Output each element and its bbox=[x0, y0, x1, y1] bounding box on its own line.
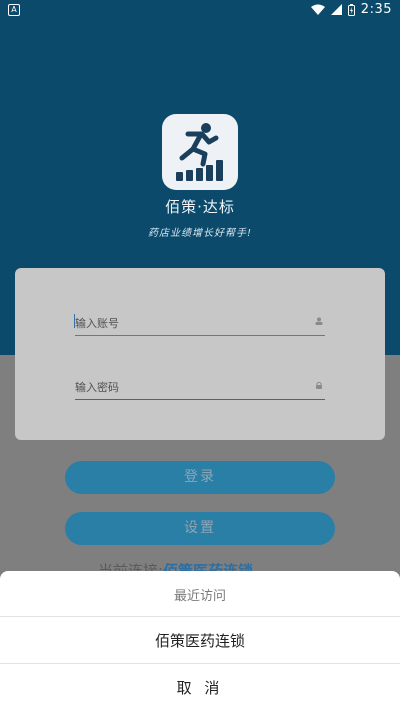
account-input[interactable]: 输入账号 bbox=[74, 311, 325, 336]
notification-icon: A bbox=[8, 4, 20, 16]
login-card: 输入账号 输入密码 bbox=[15, 268, 385, 440]
sheet-title: 最近访问 bbox=[173, 589, 226, 604]
battery-icon bbox=[347, 3, 355, 16]
app-name: 佰策·达标 bbox=[165, 198, 235, 216]
recent-item[interactable]: 佰策医药连锁 bbox=[0, 630, 400, 651]
status-bar: A 2:35 bbox=[0, 0, 400, 22]
runner-chart-icon bbox=[176, 123, 223, 181]
password-input[interactable]: 输入密码 bbox=[75, 375, 325, 400]
app-slogan: 药店业绩增长好帮手! bbox=[147, 228, 252, 239]
wifi-icon bbox=[310, 4, 325, 15]
user-icon bbox=[315, 317, 323, 325]
cancel-button[interactable]: 取 消 bbox=[0, 677, 400, 698]
account-placeholder: 输入账号 bbox=[75, 317, 119, 330]
lock-icon bbox=[316, 381, 322, 389]
recent-access-sheet: 最近访问 佰策医药连锁 取 消 bbox=[0, 571, 400, 710]
login-button[interactable]: 登录 bbox=[65, 461, 335, 494]
settings-button[interactable]: 设置 bbox=[65, 512, 335, 545]
divider bbox=[0, 663, 400, 664]
clock: 2:35 bbox=[360, 2, 392, 17]
status-right: 2:35 bbox=[310, 2, 392, 17]
app-logo bbox=[162, 114, 238, 190]
password-placeholder: 输入密码 bbox=[75, 381, 119, 394]
signal-icon bbox=[330, 4, 342, 15]
divider bbox=[0, 616, 400, 617]
